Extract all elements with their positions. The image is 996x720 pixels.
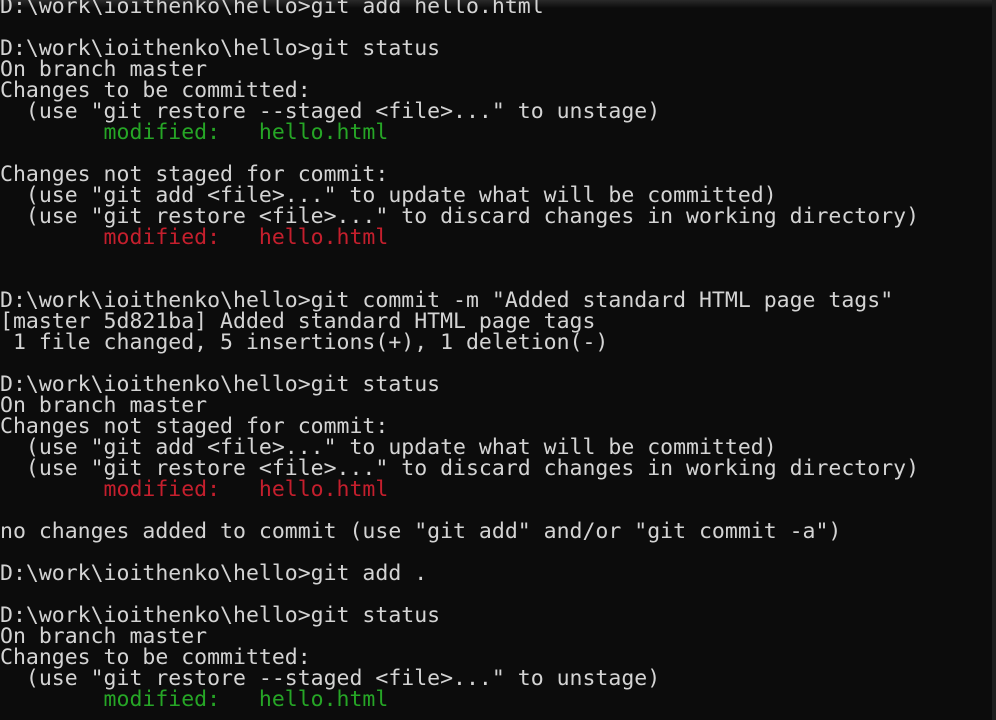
prompt-line: D:\work\ioithenko\hello>git status bbox=[0, 372, 441, 397]
terminal-window[interactable]: D:\work\ioithenko\hello>git add hello.ht… bbox=[0, 0, 996, 720]
output-line: On branch master bbox=[0, 57, 208, 82]
output-line: (use "git add <file>..." to update what … bbox=[0, 435, 777, 460]
prompt-line: D:\work\ioithenko\hello>git add hello.ht… bbox=[0, 0, 544, 19]
terminal-output[interactable]: D:\work\ioithenko\hello>git add hello.ht… bbox=[0, 0, 919, 720]
output-line: Changes to be committed: bbox=[0, 645, 311, 670]
output-line: (use "git restore --staged <file>..." to… bbox=[0, 99, 661, 124]
output-line: (use "git restore --staged <file>..." to… bbox=[0, 666, 661, 691]
output-line: modified: hello.html bbox=[0, 687, 389, 712]
output-line: On branch master bbox=[0, 393, 208, 418]
output-line: modified: hello.html bbox=[0, 477, 389, 502]
output-line: Changes not staged for commit: bbox=[0, 414, 389, 439]
prompt-line: D:\work\ioithenko\hello>git add . bbox=[0, 561, 428, 586]
output-line: [master 5d821ba] Added standard HTML pag… bbox=[0, 309, 596, 334]
prompt-line: D:\work\ioithenko\hello>git status bbox=[0, 36, 441, 61]
prompt-line: D:\work\ioithenko\hello>git commit -m "A… bbox=[0, 288, 894, 313]
output-line: On branch master bbox=[0, 624, 208, 649]
output-line: Changes not staged for commit: bbox=[0, 162, 389, 187]
output-line: modified: hello.html bbox=[0, 225, 389, 250]
output-line: 1 file changed, 5 insertions(+), 1 delet… bbox=[0, 330, 609, 355]
output-line: (use "git add <file>..." to update what … bbox=[0, 183, 777, 208]
output-line: modified: hello.html bbox=[0, 120, 389, 145]
prompt-line: D:\work\ioithenko\hello>git status bbox=[0, 603, 441, 628]
output-line: (use "git restore <file>..." to discard … bbox=[0, 456, 920, 481]
output-line: (use "git restore <file>..." to discard … bbox=[0, 204, 920, 229]
scrollbar[interactable] bbox=[992, 0, 996, 720]
output-line: Changes to be committed: bbox=[0, 78, 311, 103]
output-line: no changes added to commit (use "git add… bbox=[0, 519, 842, 544]
